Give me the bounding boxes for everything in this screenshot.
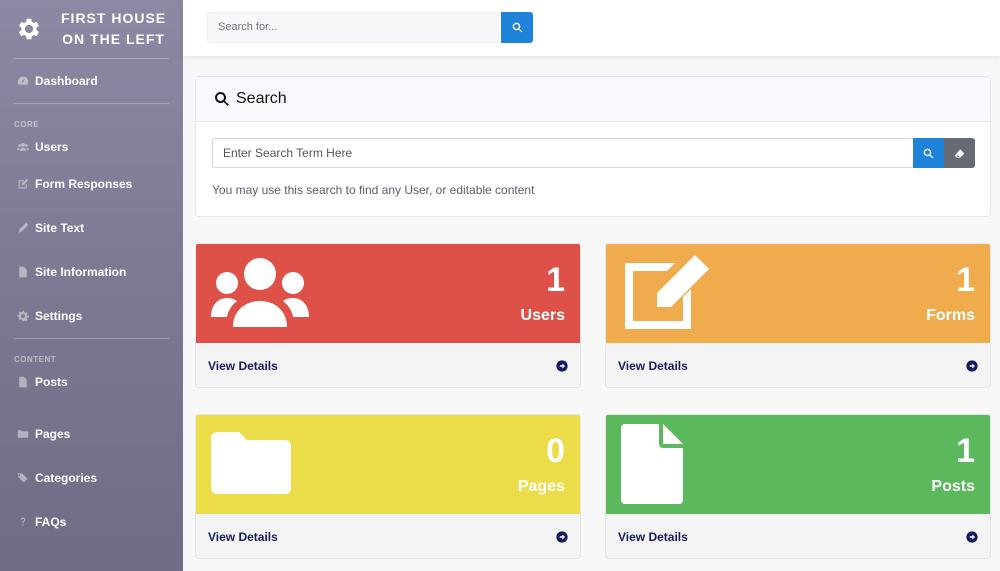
arrow-circle-right-icon — [966, 530, 978, 543]
arrow-circle-right-icon — [556, 530, 568, 543]
view-details-link[interactable]: View Details — [196, 514, 580, 558]
search-card-header: Search — [196, 77, 990, 122]
view-details-label: View Details — [208, 529, 278, 544]
search-help-text: You may use this search to find any User… — [212, 183, 535, 197]
brand[interactable]: FIRST HOUSE ON THE LEFT — [0, 0, 183, 58]
brand-name: FIRST HOUSE ON THE LEFT — [61, 8, 166, 50]
folder-icon — [16, 428, 29, 441]
sidebar: FIRST HOUSE ON THE LEFT Dashboard CORE U… — [0, 0, 183, 571]
sidebar-heading-core: CORE — [14, 119, 40, 129]
brand-line2: ON THE LEFT — [62, 31, 165, 47]
sidebar-item-label: Categories — [35, 471, 98, 485]
file-icon — [621, 424, 683, 504]
stat-label: Posts — [931, 478, 975, 495]
search-card: Search Enter Search Term Here You may us… — [195, 76, 991, 217]
sidebar-item-pages[interactable]: Pages — [0, 412, 183, 456]
brand-line1: FIRST HOUSE — [61, 10, 167, 26]
stat-label: Forms — [926, 307, 975, 324]
stat-label: Users — [520, 307, 565, 324]
pencil-icon — [16, 222, 29, 235]
sidebar-divider — [14, 338, 169, 339]
sidebar-item-label: Pages — [35, 427, 71, 441]
gear-icon — [18, 18, 40, 40]
sidebar-divider — [14, 103, 169, 104]
view-details-link[interactable]: View Details — [196, 343, 580, 387]
sidebar-item-site-text[interactable]: Site Text — [0, 206, 183, 250]
view-details-link[interactable]: View Details — [606, 514, 990, 558]
search-card-title: Search — [236, 90, 287, 107]
users-icon — [211, 258, 309, 327]
stat-panel-forms: 1 Forms View Details — [605, 243, 991, 388]
search-icon — [215, 92, 229, 106]
tags-icon — [16, 472, 29, 485]
topbar: Search for... — [183, 0, 1000, 56]
arrow-circle-right-icon — [966, 359, 978, 372]
stat-panel-top: 1 Forms — [606, 244, 990, 343]
sidebar-item-label: FAQs — [35, 515, 67, 529]
view-details-label: View Details — [618, 529, 688, 544]
view-details-link[interactable]: View Details — [606, 343, 990, 387]
stat-label: Pages — [517, 478, 565, 495]
dashboard-icon — [16, 75, 29, 88]
sidebar-item-dashboard[interactable]: Dashboard — [0, 59, 183, 103]
stat-count: 1 — [956, 261, 975, 299]
sidebar-item-label: Dashboard — [35, 74, 98, 88]
view-details-label: View Details — [618, 358, 688, 373]
sidebar-item-faqs[interactable]: FAQs — [0, 500, 183, 544]
sidebar-item-label: Users — [35, 140, 69, 154]
sidebar-heading-content: CONTENT — [14, 354, 57, 364]
search-icon — [512, 22, 522, 33]
sidebar-item-label: Settings — [35, 309, 83, 323]
search-clear-button[interactable] — [944, 138, 975, 168]
sidebar-item-label: Posts — [35, 375, 68, 389]
sidebar-item-categories[interactable]: Categories — [0, 456, 183, 500]
stat-panel-top: 1 Posts — [606, 415, 990, 514]
edit-icon — [16, 178, 29, 191]
sidebar-item-label: Form Responses — [35, 177, 133, 191]
search-submit-button[interactable] — [913, 138, 944, 168]
search-term-input[interactable]: Enter Search Term Here — [212, 138, 914, 168]
file-icon — [16, 376, 29, 389]
sidebar-item-label: Site Text — [35, 221, 85, 235]
users-icon — [16, 141, 29, 154]
folder-icon — [211, 432, 291, 494]
topbar-search-input[interactable]: Search for... — [207, 12, 499, 43]
sidebar-item-posts[interactable]: Posts — [0, 367, 183, 397]
stat-count: 0 — [546, 432, 565, 470]
sidebar-item-users[interactable]: Users — [0, 132, 183, 162]
arrow-circle-right-icon — [556, 359, 568, 372]
stat-panel-posts: 1 Posts View Details — [605, 414, 991, 559]
eraser-icon — [954, 148, 965, 158]
stat-panel-users: 1 Users View Details — [195, 243, 581, 388]
view-details-label: View Details — [208, 358, 278, 373]
gear-icon — [16, 310, 29, 323]
file-icon — [16, 266, 29, 279]
sidebar-item-settings[interactable]: Settings — [0, 294, 183, 338]
stat-panel-pages: 0 Pages View Details — [195, 414, 581, 559]
topbar-search-button[interactable] — [501, 12, 533, 43]
stat-count: 1 — [546, 261, 565, 299]
stat-panel-top: 1 Users — [196, 244, 580, 343]
search-icon — [923, 148, 934, 158]
sidebar-item-form-responses[interactable]: Form Responses — [0, 162, 183, 206]
question-icon — [16, 516, 29, 529]
sidebar-item-site-information[interactable]: Site Information — [0, 250, 183, 294]
edit-icon — [625, 255, 709, 329]
stat-panel-top: 0 Pages — [196, 415, 580, 514]
sidebar-item-label: Site Information — [35, 265, 127, 279]
stat-count: 1 — [956, 432, 975, 470]
